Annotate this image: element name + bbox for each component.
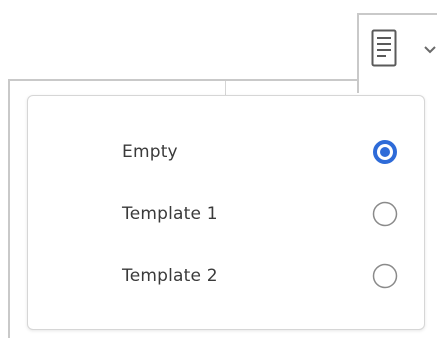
menu-option-template-2[interactable]: Template 2 bbox=[28, 251, 424, 301]
template-dropdown-button[interactable] bbox=[357, 13, 437, 93]
radio-unselected-icon[interactable] bbox=[371, 200, 399, 228]
chevron-down-icon bbox=[424, 46, 436, 54]
option-label: Empty bbox=[122, 142, 178, 162]
radio-selected-icon[interactable] bbox=[371, 138, 399, 166]
document-icon bbox=[371, 29, 397, 67]
option-label: Template 1 bbox=[122, 204, 218, 224]
option-label: Template 2 bbox=[122, 266, 218, 286]
template-picker-screen: Empty Template 1 Template 2 bbox=[0, 0, 437, 338]
menu-option-empty[interactable]: Empty bbox=[28, 127, 424, 177]
radio-unselected-icon[interactable] bbox=[371, 262, 399, 290]
menu-option-template-1[interactable]: Template 1 bbox=[28, 189, 424, 239]
template-dropdown-menu: Empty Template 1 Template 2 bbox=[27, 95, 425, 330]
